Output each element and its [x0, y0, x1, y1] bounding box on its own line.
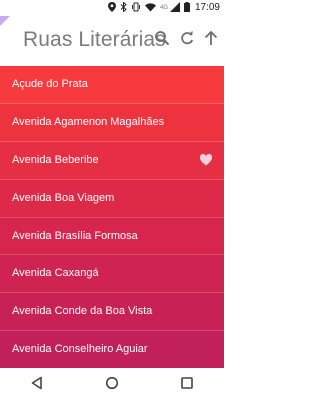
back-icon	[30, 376, 44, 395]
recents-button[interactable]	[173, 372, 201, 400]
home-button[interactable]	[98, 372, 126, 400]
battery-icon	[184, 1, 190, 15]
search-button[interactable]	[150, 28, 174, 52]
street-name: Açude do Prata	[12, 78, 88, 90]
status-icons: 4G	[107, 0, 190, 15]
street-name: Avenida Beberibe	[12, 153, 99, 166]
street-row[interactable]: Avenida Conde da Boa Vista	[0, 293, 224, 332]
search-icon	[154, 30, 170, 51]
upload-button[interactable]	[199, 28, 223, 52]
street-name: Avenida Conde da Boa Vista	[12, 305, 153, 318]
street-row[interactable]: Avenida Brasília Formosa	[0, 217, 224, 256]
upload-icon	[203, 30, 219, 51]
street-row[interactable]: Açude do Prata	[0, 66, 224, 104]
street-list[interactable]: Açude do Prata Avenida Agamenon Magalhães…	[0, 66, 224, 371]
network-type-label: 4G	[159, 5, 168, 11]
street-row[interactable]: Avenida Boa Viagem	[0, 179, 224, 218]
street-row[interactable]: Avenida Conselheiro Aguiar	[0, 331, 224, 369]
signal-icon	[170, 1, 180, 15]
back-button[interactable]	[23, 372, 51, 400]
street-row[interactable]: Avenida Beberibe	[0, 141, 224, 180]
navigation-bar	[0, 371, 224, 400]
status-time: 17:09	[194, 2, 220, 13]
street-name: Avenida Conselheiro Aguiar	[12, 343, 148, 356]
vibrate-icon	[131, 2, 141, 15]
app-corner-accent	[0, 16, 10, 26]
heart-icon[interactable]	[199, 153, 213, 167]
location-icon	[107, 1, 116, 15]
recents-icon	[180, 376, 194, 395]
home-icon	[105, 376, 119, 395]
street-name: Avenida Caxangá	[12, 267, 99, 280]
street-name: Avenida Brasília Formosa	[12, 229, 138, 242]
app-title: Ruas Literárias	[23, 28, 166, 51]
app-bar: Ruas Literárias	[0, 16, 224, 64]
refresh-button[interactable]	[175, 28, 199, 52]
wifi-icon	[144, 2, 156, 15]
refresh-icon	[179, 30, 195, 51]
street-name: Avenida Agamenon Magalhães	[12, 115, 165, 128]
street-row[interactable]: Avenida Caxangá	[0, 255, 224, 294]
street-row[interactable]: Avenida Agamenon Magalhães	[0, 103, 224, 142]
status-bar: 4G 17:09	[0, 0, 224, 16]
street-name: Avenida Boa Viagem	[12, 191, 115, 204]
bluetooth-icon	[120, 0, 127, 15]
